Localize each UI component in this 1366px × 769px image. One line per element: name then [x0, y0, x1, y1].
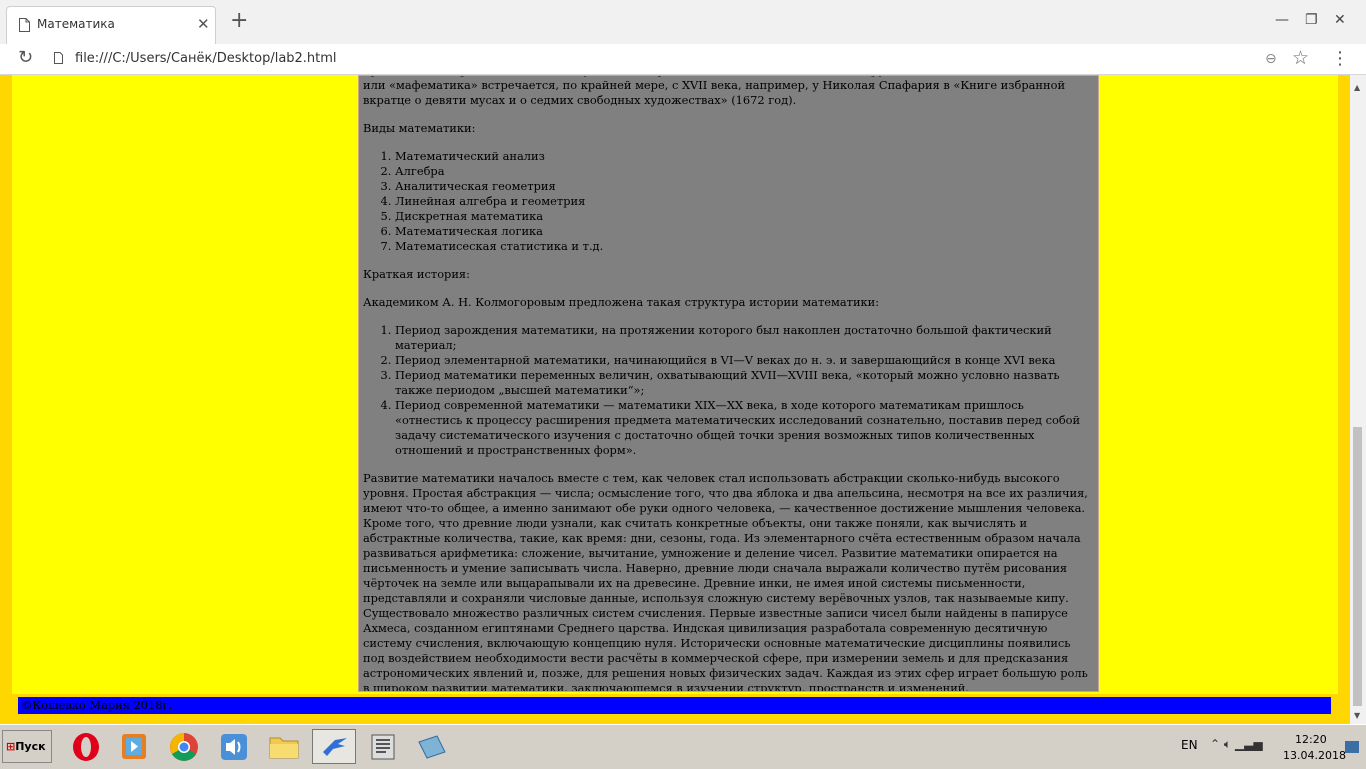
list-item: Период современной математики — математи… — [395, 398, 1093, 458]
media-player-taskbar-button[interactable] — [112, 729, 156, 764]
volume-icon[interactable]: 🔈︎ — [1224, 737, 1231, 751]
list-item: Аналитическая геометрия — [395, 179, 1093, 194]
main-content: пришло либо через польск. matematyka, ли… — [358, 75, 1099, 692]
bookmark-star-icon[interactable]: ☆ — [1292, 47, 1309, 69]
restore-icon[interactable]: ❐ — [1305, 12, 1318, 28]
list-item: Период математики переменных величин, ох… — [395, 368, 1093, 398]
close-window-icon[interactable]: ✕ — [1334, 12, 1346, 28]
media-player-icon — [122, 734, 146, 759]
clock-date[interactable]: 13.04.2018 — [1283, 749, 1346, 762]
page-footer: ©Кошевко Мария 2018г. — [18, 697, 1331, 714]
opera-taskbar-button[interactable] — [64, 729, 108, 764]
chevron-up-icon[interactable]: ⌃ — [1210, 737, 1220, 751]
list-item: Период зарождения математики, на протяже… — [395, 323, 1093, 353]
explorer-taskbar-button[interactable] — [262, 729, 306, 764]
taskbar: ⊞Пуск EN ⌃ 🔈︎ ▁▃▅ 12:20 13.04.2018 — [0, 724, 1366, 769]
scroll-up-icon[interactable]: ▲ — [1354, 83, 1360, 92]
file-icon — [54, 52, 63, 64]
vertical-scrollbar[interactable]: ▲ ▼ — [1350, 75, 1366, 724]
list-item: Математический анализ — [395, 149, 1093, 164]
language-indicator[interactable]: EN — [1181, 738, 1198, 752]
reload-icon[interactable]: ↻ — [18, 47, 33, 68]
tab-title: Математика — [37, 17, 115, 31]
history-intro: Академиком А. Н. Колмогоровым предложена… — [363, 295, 880, 309]
list-item: Алгебра — [395, 164, 1093, 179]
signal-icon[interactable]: ▁▃▅ — [1235, 737, 1263, 751]
document-icon — [371, 734, 395, 760]
show-desktop-icon[interactable] — [1345, 741, 1359, 753]
browser-toolbar: ↻ file:///C:/Users/Санёк/Desktop/lab2.ht… — [0, 44, 1366, 75]
close-tab-icon[interactable]: ✕ — [197, 15, 210, 33]
chrome-icon — [170, 733, 198, 761]
page-viewport: пришло либо через польск. matematyka, ли… — [0, 75, 1350, 724]
browser-tab[interactable]: Математика ✕ — [6, 6, 216, 44]
development-paragraph: Развитие математики началось вместе с те… — [363, 471, 1088, 692]
new-tab-button[interactable]: + — [230, 10, 248, 32]
notepad-taskbar-button[interactable] — [410, 729, 454, 764]
list-item: Математисеская статистика и т.д. — [395, 239, 1093, 254]
scroll-down-icon[interactable]: ▼ — [1354, 711, 1360, 720]
notepad-icon — [418, 735, 446, 759]
history-heading: Краткая история: — [363, 267, 470, 281]
minimize-icon[interactable]: — — [1275, 12, 1289, 28]
zoom-icon[interactable]: ⊖ — [1265, 51, 1277, 67]
page-icon — [19, 18, 30, 32]
documents-taskbar-button[interactable] — [362, 729, 406, 764]
list-item: Дискретная математика — [395, 209, 1093, 224]
tab-strip: Математика ✕ + — ❐ ✕ — [0, 0, 1366, 44]
folder-icon — [269, 737, 299, 759]
url-text: file:///C:/Users/Санёк/Desktop/lab2.html — [75, 51, 337, 66]
types-heading: Виды математики: — [363, 121, 476, 135]
tray-icons[interactable]: ⌃ 🔈︎ ▁▃▅ — [1210, 737, 1263, 752]
volume-taskbar-button[interactable] — [212, 729, 256, 764]
bird-icon — [323, 738, 347, 756]
start-button[interactable]: ⊞Пуск — [2, 730, 52, 763]
list-item: Линейная алгебра и геометрия — [395, 194, 1093, 209]
menu-icon[interactable]: ⋮ — [1331, 48, 1349, 69]
opera-icon — [73, 733, 99, 761]
start-label: Пуск — [15, 740, 46, 753]
speaker-icon — [221, 734, 247, 760]
intro-paragraph: пришло либо через польск. matematyka, ли… — [363, 76, 1088, 107]
periods-list: Период зарождения математики, на протяже… — [363, 323, 1093, 458]
scroll-thumb[interactable] — [1353, 427, 1362, 706]
clock-time[interactable]: 12:20 — [1295, 733, 1327, 746]
list-item: Математическая логика — [395, 224, 1093, 239]
list-item: Период элементарной математики, начинающ… — [395, 353, 1093, 368]
windows-logo-icon: ⊞ — [6, 740, 16, 753]
types-list: Математический анализ Алгебра Аналитичес… — [363, 149, 1093, 254]
app-taskbar-button[interactable] — [312, 729, 356, 764]
address-bar[interactable]: file:///C:/Users/Санёк/Desktop/lab2.html… — [44, 46, 1320, 72]
chrome-taskbar-button[interactable] — [162, 729, 206, 764]
